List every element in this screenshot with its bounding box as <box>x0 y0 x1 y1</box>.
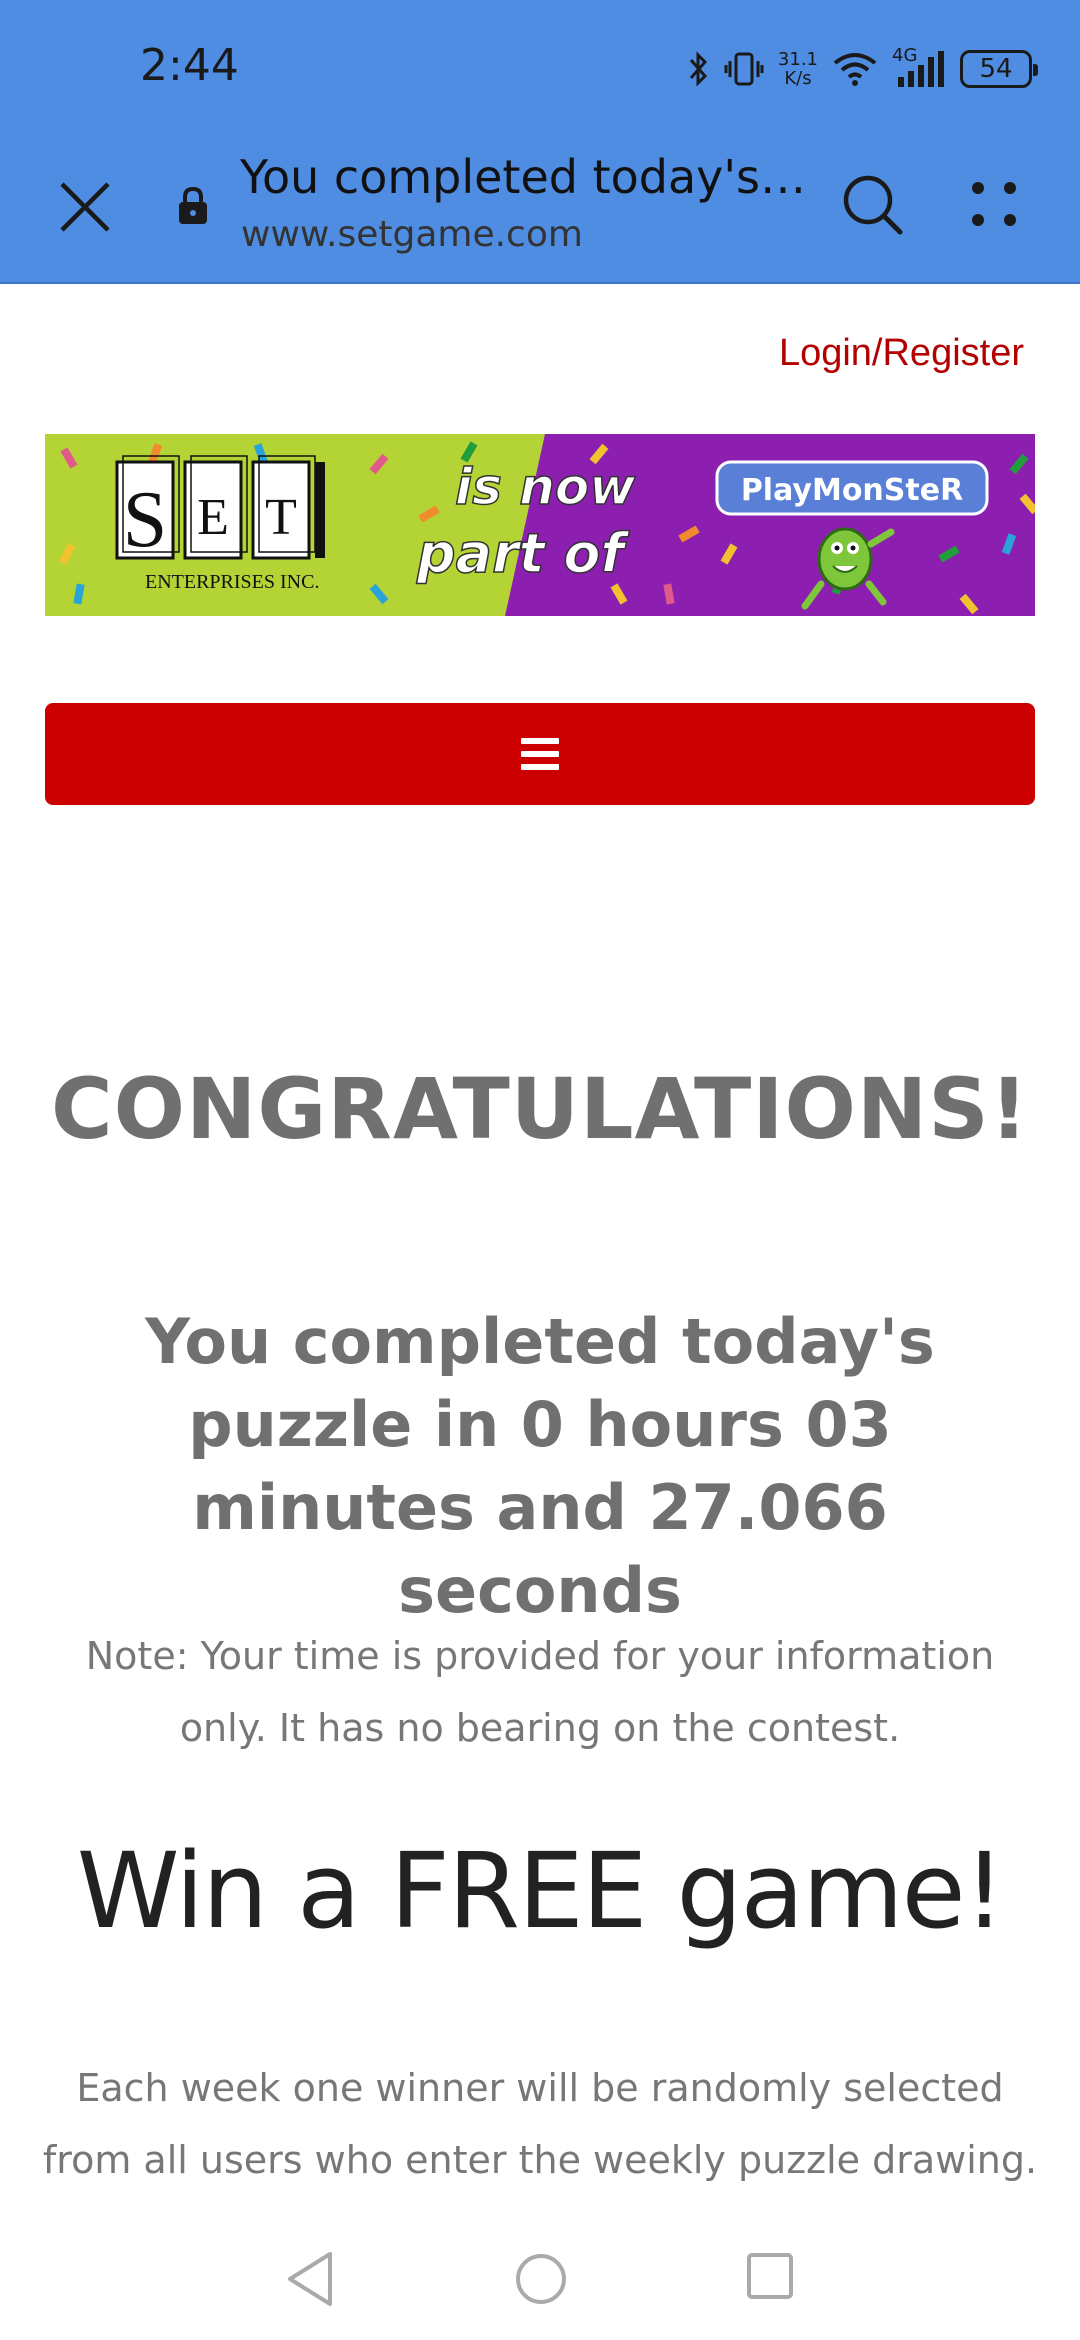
time-note: Note: Your time is provided for your inf… <box>85 1634 995 1750</box>
main-menu-button[interactable] <box>45 703 1035 805</box>
tagline-line1: is now <box>455 458 636 516</box>
browser-toolbar: You completed today's … www.setgame.com <box>0 140 1080 284</box>
battery-level: 54 <box>979 54 1013 84</box>
cellular-signal: 4G <box>892 45 946 89</box>
status-time: 2:44 <box>140 40 239 91</box>
hamburger-menu-icon <box>521 738 559 770</box>
win-free-game-heading: Win a FREE game! <box>76 1830 1006 1952</box>
recent-apps-icon[interactable] <box>746 2252 794 2300</box>
battery-indicator: 54 <box>960 50 1038 88</box>
bluetooth-icon <box>689 51 707 87</box>
wifi-icon <box>833 53 877 86</box>
login-register-link[interactable]: Login/Register <box>779 332 1024 375</box>
close-tab-button[interactable] <box>54 176 116 238</box>
enterprises-text: ENTERPRISES INC. <box>145 571 319 593</box>
status-icons: 31.1 K/s 4G 54 <box>688 44 1038 94</box>
congratulations-heading: CONGRATULATIONS! <box>50 1060 1030 1158</box>
back-icon[interactable] <box>284 2250 336 2308</box>
vibrate-icon <box>724 52 764 86</box>
set-letter-s: S <box>123 476 168 564</box>
net-speed: 31.1 K/s <box>778 50 818 88</box>
lock-icon <box>179 186 207 224</box>
page-title[interactable]: You completed today's … <box>240 150 810 204</box>
search-icon[interactable] <box>840 172 906 238</box>
promo-banner[interactable]: S E T ENTERPRISES INC. is now part of Pl… <box>45 434 1035 616</box>
set-letter-e: E <box>197 489 229 546</box>
playmonster-text: PlayMonSteR <box>741 473 963 508</box>
banner-graphic: S E T ENTERPRISES INC. is now part of Pl… <box>45 434 1035 616</box>
tagline-line2: part of <box>416 522 630 585</box>
weekly-drawing-description: Each week one winner will be randomly se… <box>42 2066 1038 2182</box>
system-navigation-bar <box>0 2230 1080 2340</box>
page-url[interactable]: www.setgame.com <box>241 214 583 255</box>
completion-time-text: You completed today's puzzle in 0 hours … <box>145 1305 935 1627</box>
more-options-icon[interactable] <box>966 176 1022 232</box>
net-speed-unit: K/s <box>784 68 812 89</box>
status-bar: 2:44 31.1 K/s 4G 54 <box>0 0 1080 140</box>
net-speed-value: 31.1 <box>777 49 818 70</box>
set-logo: S E T ENTERPRISES INC. <box>115 455 325 593</box>
home-icon[interactable] <box>514 2252 568 2306</box>
set-letter-t: T <box>265 489 297 546</box>
signal-bars-icon <box>898 51 944 87</box>
